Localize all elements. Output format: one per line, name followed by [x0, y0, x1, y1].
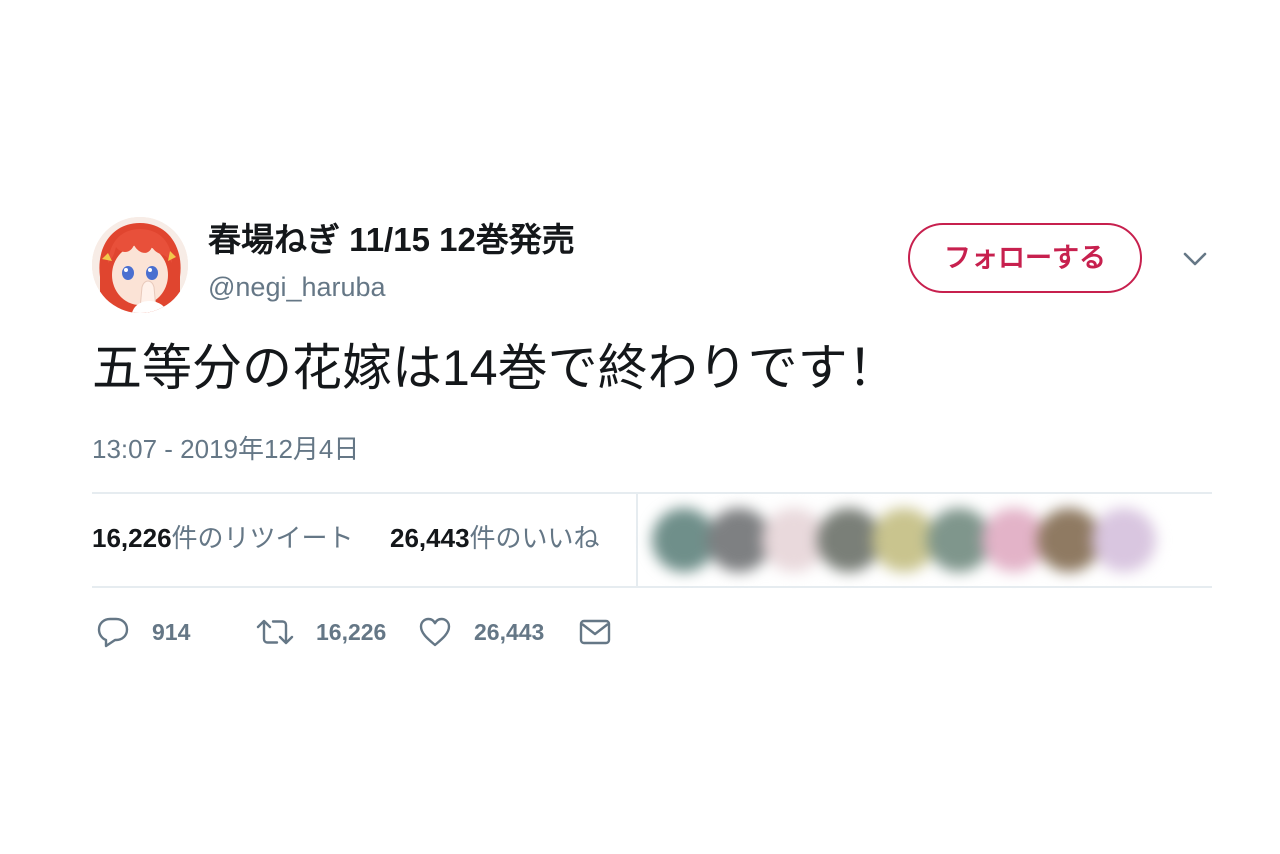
retweet-icon — [256, 619, 294, 645]
tweet-header: 春場ねぎ 11/15 12巻発売 @negi_haruba フォローする — [92, 214, 1212, 314]
likes-stat[interactable]: 26,443件のいいね — [390, 521, 600, 555]
like-count: 26,443 — [474, 618, 545, 645]
stats-divider — [636, 494, 638, 586]
dm-button[interactable] — [578, 610, 612, 654]
tweet-timestamp[interactable]: 13:07 - 2019年12月4日 — [92, 432, 1212, 466]
avatar[interactable] — [92, 217, 188, 313]
liker-avatars[interactable] — [652, 502, 1192, 578]
user-names[interactable]: 春場ねぎ 11/15 12巻発売 @negi_haruba — [208, 220, 575, 304]
envelope-icon — [579, 619, 611, 645]
like-button[interactable]: 26,443 — [418, 610, 544, 654]
tweet-stats: 16,226件のリツイート 26,443件のいいね — [92, 492, 1212, 588]
avatar-illustration — [92, 217, 188, 313]
follow-button[interactable]: フォローする — [908, 223, 1142, 293]
retweets-label: 件のリツイート — [171, 523, 354, 553]
liker-avatar[interactable] — [1092, 508, 1156, 572]
tweet-card: 春場ねぎ 11/15 12巻発売 @negi_haruba フォローする 五等分… — [92, 214, 1212, 662]
tweet-actions: 914 16,226 26,443 — [92, 602, 1212, 662]
tweet-text: 五等分の花嫁は14巻で終わりです！ — [92, 340, 898, 396]
reply-count: 914 — [152, 618, 191, 645]
chevron-down-icon[interactable] — [1180, 244, 1210, 274]
likes-label: 件のいいね — [469, 523, 600, 553]
likes-count: 26,443 — [390, 523, 470, 553]
reply-icon — [97, 617, 129, 648]
retweets-count: 16,226 — [92, 523, 172, 553]
heart-icon — [419, 617, 451, 647]
retweet-button[interactable]: 16,226 — [256, 610, 386, 654]
retweet-count: 16,226 — [316, 618, 387, 645]
display-name[interactable]: 春場ねぎ 11/15 12巻発売 — [208, 220, 575, 260]
reply-button[interactable]: 914 — [96, 610, 190, 654]
user-handle[interactable]: @negi_haruba — [208, 270, 575, 304]
retweets-stat[interactable]: 16,226件のリツイート — [92, 521, 354, 555]
